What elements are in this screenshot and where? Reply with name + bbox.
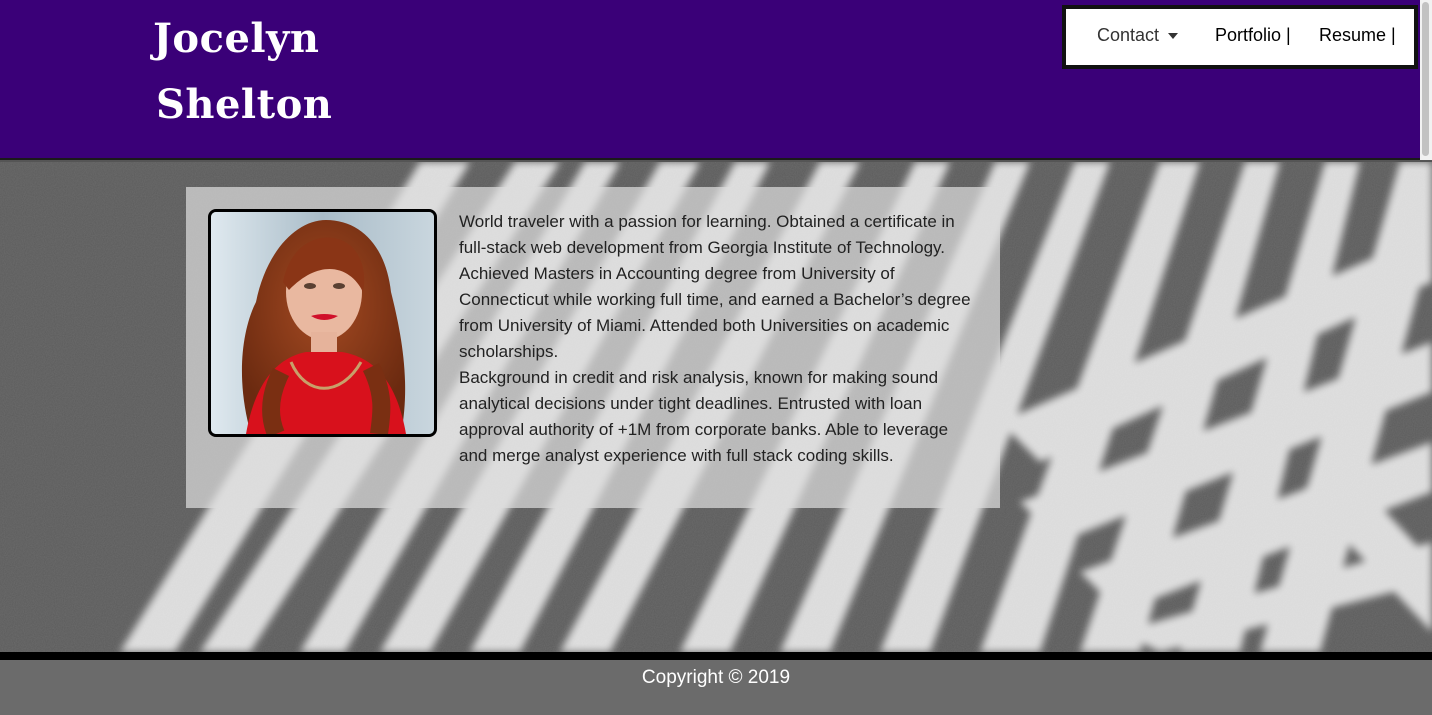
portrait-image [211,212,434,434]
about-card: World traveler with a passion for learni… [186,187,1000,508]
profile-photo [208,209,437,437]
page-scrollbar[interactable] [1420,0,1432,160]
caret-down-icon [1168,32,1179,39]
site-title[interactable]: Jocelyn Shelton [153,6,332,138]
contact-dropdown-label: Contact [1097,25,1160,45]
bio-paragraph-experience: Background in credit and risk analysis, … [459,368,949,465]
bio-text: World traveler with a passion for learni… [459,209,979,469]
site-title-last-name: Shelton [156,81,333,128]
nav-link-portfolio[interactable]: Portfolio | [1215,25,1291,46]
main-nav: Contact Portfolio | Resume | [1062,5,1418,69]
bio-paragraph-education: World traveler with a passion for learni… [459,212,971,361]
site-title-first-name: Jocelyn [153,15,320,62]
scrollbar-thumb[interactable] [1422,2,1429,156]
footer-divider [0,652,1432,660]
nav-link-resume[interactable]: Resume | [1319,25,1396,46]
contact-dropdown[interactable]: Contact [1097,25,1179,46]
site-header: Jocelyn Shelton Contact Portfolio | Resu… [0,0,1432,160]
site-footer: Copyright © 2019 [0,660,1432,715]
copyright-text: Copyright © 2019 [641,667,791,688]
